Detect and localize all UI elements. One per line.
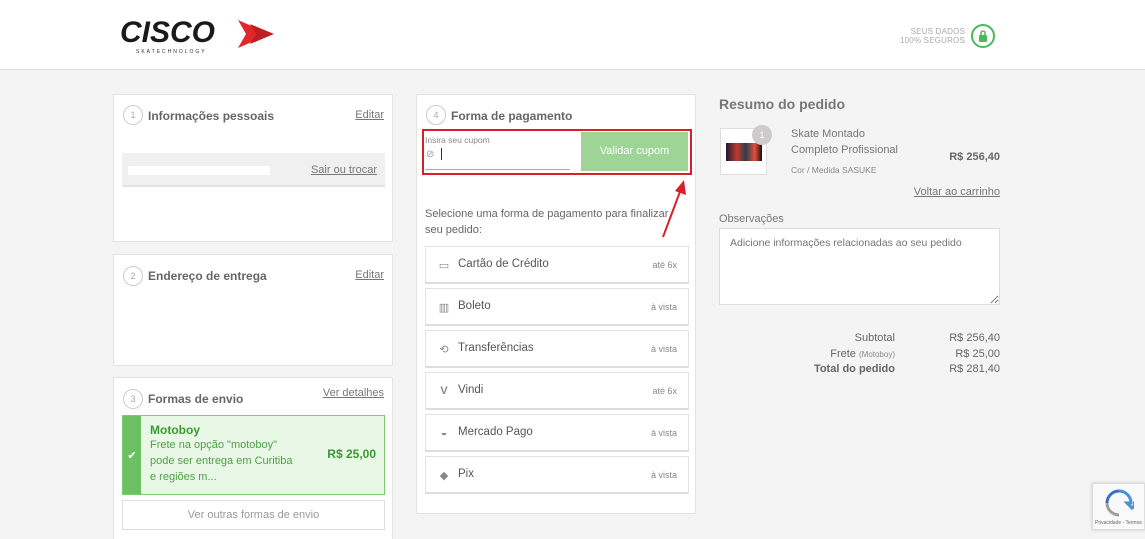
shipping-option-desc-3: e regiões m...: [150, 471, 217, 483]
payment-label: Boleto: [458, 300, 491, 312]
coupon-icon: ⊘: [426, 149, 435, 160]
personal-info-card: 1 Informações pessoais Editar Sair ou tr…: [113, 94, 393, 242]
user-info-box: Sair ou trocar: [122, 153, 385, 187]
edit-address-link[interactable]: Editar: [355, 269, 384, 281]
shipping-summary-method: (Motoboy): [858, 350, 895, 359]
product-variant: Cor / Medida SASUKE: [791, 165, 877, 175]
payment-instructions: Selecione uma forma de pagamento para fi…: [425, 208, 669, 236]
recaptcha-icon: [1104, 488, 1141, 523]
cisco-logo[interactable]: CISCO SKATECHNOLOGY: [118, 14, 278, 56]
product-image: [726, 143, 762, 161]
recaptcha-badge[interactable]: Privacidade - Termos: [1092, 483, 1145, 530]
payment-boleto[interactable]: ▥ Boleto à vista: [425, 288, 689, 326]
product-price: R$ 256,40: [949, 151, 1000, 163]
payment-label: Cartão de Crédito: [458, 258, 549, 270]
product-qty-badge: 1: [752, 125, 772, 145]
payment-note: à vista: [650, 470, 677, 480]
site-header: CISCO SKATECHNOLOGY SEUS DADOS 100% SEGU…: [0, 0, 1145, 70]
step-number: 2: [123, 266, 143, 286]
secure-badge: SEUS DADOS 100% SEGUROS: [900, 24, 996, 48]
notes-label: Observações: [719, 213, 784, 225]
payment-pix[interactable]: ◆ Pix à vista: [425, 456, 689, 494]
address-title: Endereço de entrega: [148, 269, 267, 283]
payment-note: à vista: [650, 428, 677, 438]
shipping-summary-value: R$ 25,00: [955, 348, 1000, 360]
recaptcha-text: Privacidade - Termos: [1095, 520, 1142, 526]
secure-line-1: SEUS DADOS: [910, 27, 966, 36]
payment-title: Forma de pagamento: [451, 109, 573, 123]
order-summary: Resumo do pedido 1 Skate Montado Complet…: [719, 94, 1001, 384]
check-icon: ✔: [123, 416, 141, 494]
payment-label: Mercado Pago: [458, 426, 533, 438]
payment-label: Vindi: [458, 384, 484, 396]
step-number: 4: [426, 105, 446, 125]
lock-icon: [971, 24, 996, 48]
shipping-option-motoboy[interactable]: ✔ Motoboy Frete na opção "motoboy" pode …: [122, 415, 385, 495]
payment-note: até 6x: [652, 386, 677, 396]
shipping-summary-row: Frete (Motoboy): [830, 348, 895, 360]
payment-label: Pix: [458, 468, 474, 480]
vindi-icon: V: [440, 385, 448, 397]
payment-mercado-pago[interactable]: ◒ Mercado Pago à vista: [425, 414, 689, 452]
svg-text:CISCO: CISCO: [120, 16, 215, 49]
svg-text:SKATECHNOLOGY: SKATECHNOLOGY: [136, 49, 207, 55]
total-label: Total do pedido: [813, 363, 895, 375]
payment-note: à vista: [650, 344, 677, 354]
product-name-2: Completo Profissional: [791, 144, 898, 156]
pix-icon: ◆: [439, 469, 449, 482]
secure-line-2: 100% SEGUROS: [900, 36, 966, 45]
shipping-option-desc-2: pode ser entrega em Curitiba: [150, 455, 293, 467]
transfer-icon: ⟲: [439, 343, 449, 356]
logout-link[interactable]: Sair ou trocar: [311, 164, 377, 176]
payment-label: Transferências: [458, 342, 534, 354]
coupon-label: Insira seu cupom: [425, 135, 490, 145]
shipping-details-link[interactable]: Ver detalhes: [323, 387, 384, 399]
payment-transferencias[interactable]: ⟲ Transferências à vista: [425, 330, 689, 368]
barcode-icon: ▥: [438, 301, 450, 314]
total-value: R$ 281,40: [949, 363, 1000, 375]
coupon-cursor: [441, 148, 442, 160]
shipping-card: 3 Formas de envio Ver detalhes ✔ Motoboy…: [113, 377, 393, 539]
other-shipping-button[interactable]: Ver outras formas de envio: [122, 500, 385, 530]
payment-credit-card[interactable]: ▭ Cartão de Crédito até 6x: [425, 246, 689, 284]
credit-card-icon: ▭: [438, 259, 450, 272]
shipping-title: Formas de envio: [148, 392, 244, 406]
step-number: 3: [123, 389, 143, 409]
mercado-pago-icon: ◒: [440, 427, 448, 439]
shipping-option-name: Motoboy: [150, 423, 200, 437]
payment-note: até 6x: [652, 260, 677, 270]
user-email-placeholder: [128, 166, 270, 175]
coupon-field[interactable]: Insira seu cupom ⊘: [425, 133, 570, 170]
subtotal-value: R$ 256,40: [949, 332, 1000, 344]
shipping-option-desc-1: Frete na opção "motoboy": [150, 439, 278, 451]
subtotal-label: Subtotal: [854, 332, 895, 344]
payment-note: à vista: [650, 302, 677, 312]
edit-personal-link[interactable]: Editar: [355, 109, 384, 121]
address-card: 2 Endereço de entrega Editar: [113, 254, 393, 366]
shipping-option-price: R$ 25,00: [327, 447, 376, 461]
payment-card: 4 Forma de pagamento Insira seu cupom ⊘ …: [416, 94, 696, 514]
personal-info-title: Informações pessoais: [148, 109, 275, 123]
step-number: 1: [123, 105, 143, 125]
validate-coupon-button[interactable]: Validar cupom: [581, 132, 688, 171]
notes-textarea[interactable]: [719, 228, 1000, 305]
summary-title: Resumo do pedido: [719, 96, 845, 112]
payment-vindi[interactable]: V Vindi até 6x: [425, 372, 689, 410]
product-name-1: Skate Montado: [791, 128, 865, 140]
back-to-cart-link[interactable]: Voltar ao carrinho: [914, 186, 1000, 198]
shipping-summary-label: Frete: [830, 348, 856, 360]
